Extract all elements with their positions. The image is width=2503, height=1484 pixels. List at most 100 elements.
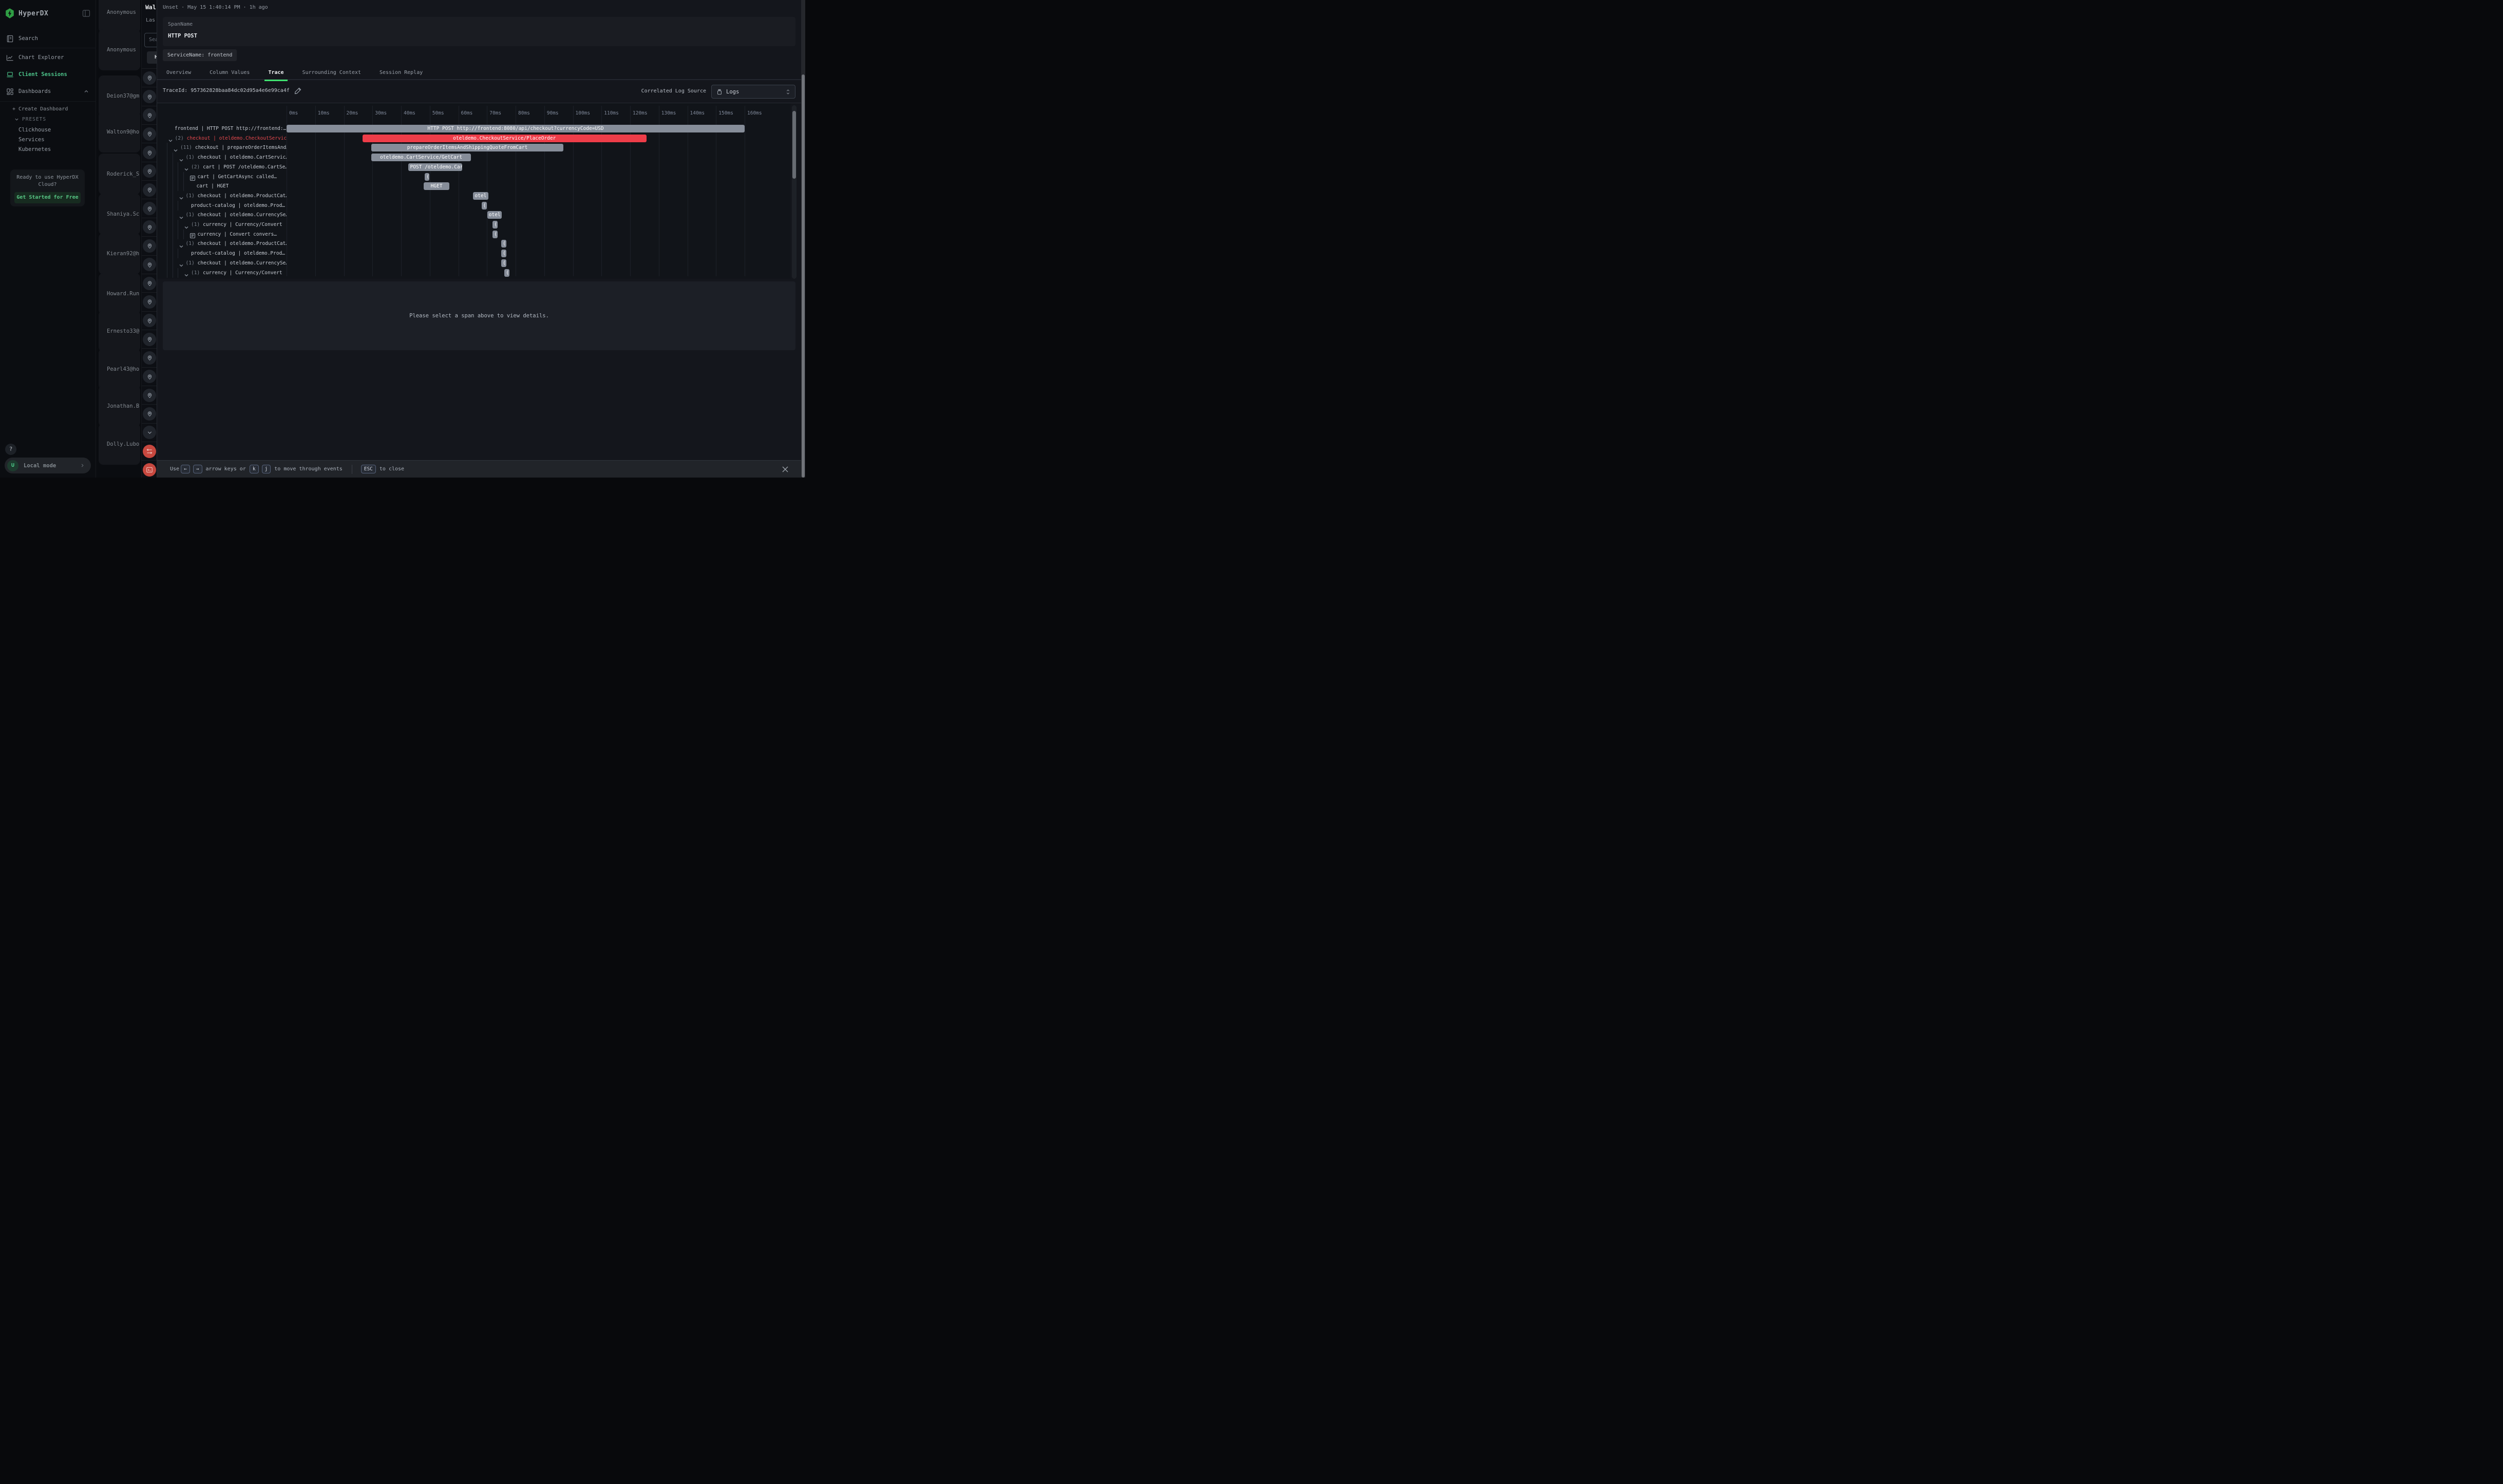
session-card[interactable]: Walton9@ho xyxy=(99,111,140,153)
session-event-pin[interactable] xyxy=(142,68,157,87)
expand-chevron-icon[interactable] xyxy=(184,164,189,169)
trace-tree-row-span[interactable]: (2)cart | POST /oteldemo.CartSe… xyxy=(157,162,287,172)
session-card[interactable]: Howard.Run xyxy=(99,273,140,314)
waterfall-span-bar[interactable]: ( xyxy=(492,231,498,238)
trace-tree-row-span[interactable]: (11)checkout | prepareOrderItemsAnd… xyxy=(157,143,287,153)
session-event-pin[interactable] xyxy=(142,87,157,105)
expand-chevron-icon[interactable] xyxy=(184,222,189,227)
session-event-pin[interactable] xyxy=(142,348,157,367)
session-event-pin[interactable] xyxy=(142,162,157,180)
expand-chevron-icon[interactable] xyxy=(179,193,184,198)
session-card[interactable]: Roderick_S xyxy=(99,154,140,195)
trace-tree-row-span[interactable]: (1)currency | Currency/Convert xyxy=(157,268,287,278)
tab-trace[interactable]: Trace xyxy=(264,67,287,80)
expand-chevron-icon[interactable] xyxy=(184,270,189,275)
waterfall-span-bar[interactable]: prepareOrderItemsAndShippingQuoteFromCar… xyxy=(371,144,563,151)
expand-chevron-icon[interactable] xyxy=(173,145,178,150)
session-card[interactable]: Anonymous xyxy=(99,29,140,70)
trace-tree-row-span[interactable]: cart | HGET xyxy=(157,181,287,191)
trace-tree-row-span[interactable]: (1)checkout | oteldemo.ProductCat… xyxy=(157,191,287,201)
waterfall-span-bar[interactable]: POST /oteldemo.Cart xyxy=(408,163,462,171)
trace-tree-row-span[interactable]: (1)checkout | oteldemo.CurrencySe… xyxy=(157,210,287,220)
session-event-pin[interactable] xyxy=(142,404,157,423)
log-source-select[interactable]: Logs xyxy=(711,85,795,99)
sidebar-item-dashboards[interactable]: Dashboards xyxy=(0,84,96,99)
session-card[interactable]: Shaniya.Sc xyxy=(99,194,140,235)
tab-session-replay[interactable]: Session Replay xyxy=(376,67,426,80)
help-button[interactable]: ? xyxy=(5,444,16,455)
trace-tree-row-span[interactable]: (1)checkout | oteldemo.ProductCat… xyxy=(157,239,287,249)
session-event-pin[interactable] xyxy=(142,367,157,386)
trace-tree-row-span[interactable]: (1)checkout | oteldemo.CurrencySe… xyxy=(157,258,287,268)
sidebar-item-services[interactable]: Services xyxy=(18,137,45,143)
sidebar-item-chart-explorer[interactable]: Chart Explorer xyxy=(0,50,96,65)
tab-overview[interactable]: Overview xyxy=(163,67,195,80)
waterfall-span-bar[interactable]: ( xyxy=(482,202,487,210)
session-event-pin[interactable] xyxy=(142,143,157,161)
session-event-pin[interactable] xyxy=(142,106,157,124)
get-started-button[interactable]: Get Started for Free xyxy=(14,192,81,203)
session-card[interactable]: Kieran92@h xyxy=(99,233,140,274)
waterfall-span-bar[interactable]: ( xyxy=(425,173,429,181)
session-event-pin[interactable] xyxy=(142,311,157,330)
sidebar-item-clickhouse[interactable]: Clickhouse xyxy=(18,127,51,133)
expand-chevron-icon[interactable] xyxy=(168,136,173,141)
trace-tree-row-span[interactable]: (2)checkout | oteldemo.CheckoutServic… xyxy=(157,134,287,143)
page-scrollbar-thumb[interactable] xyxy=(802,74,805,478)
tab-surrounding-context[interactable]: Surrounding Context xyxy=(299,67,365,80)
waterfall-span-bar[interactable]: HTTP POST http://frontend:8080/api/check… xyxy=(287,125,745,132)
sidebar-item-search[interactable]: Search xyxy=(0,31,96,46)
sidebar-collapse-icon[interactable] xyxy=(82,9,90,17)
edit-pencil-icon[interactable] xyxy=(294,87,302,95)
session-event-swap-horizontal[interactable] xyxy=(142,442,157,460)
trace-tree-row-log[interactable]: cart | GetCartAsync called… xyxy=(157,172,287,182)
trace-tree-row-log[interactable]: currency | Convert convers… xyxy=(157,230,287,239)
waterfall-span-bar[interactable]: ( xyxy=(504,269,509,277)
session-card[interactable]: Ernesto33@ xyxy=(99,311,140,352)
session-event-terminal[interactable] xyxy=(142,460,157,478)
waterfall-span-bar[interactable]: otel xyxy=(487,211,502,219)
session-event-pin[interactable] xyxy=(142,199,157,217)
highlighted-button[interactable]: H xyxy=(147,51,157,64)
waterfall-span-bar[interactable]: ( xyxy=(501,240,506,248)
tab-column-values[interactable]: Column Values xyxy=(206,67,253,80)
trace-tree-row-span[interactable]: (1)checkout | oteldemo.CartServic… xyxy=(157,153,287,162)
session-card[interactable]: Jonathan.B xyxy=(99,386,140,427)
close-icon[interactable] xyxy=(781,465,789,473)
trace-tree-row-span[interactable]: product-catalog | oteldemo.Prod… xyxy=(157,249,287,258)
trace-tree-row-span[interactable]: frontend | HTTP POST http://frontend:… xyxy=(157,124,287,134)
presets-section-toggle[interactable]: PRESETS xyxy=(14,117,46,122)
page-scrollbar[interactable] xyxy=(801,0,805,478)
trace-tree-row-span[interactable]: (1)currency | Currency/Convert xyxy=(157,220,287,230)
expand-chevron-icon[interactable] xyxy=(179,213,184,218)
waterfall-span-bar[interactable]: oteldemo.CartService/GetCart xyxy=(371,154,471,161)
session-card[interactable]: Deion37@gm xyxy=(99,75,140,117)
session-event-pin[interactable] xyxy=(142,386,157,404)
search-input[interactable]: Sea xyxy=(144,33,157,47)
session-event-pin[interactable] xyxy=(142,330,157,348)
trace-tree-row-span[interactable]: product-catalog | oteldemo.Prod… xyxy=(157,201,287,211)
session-event-pin[interactable] xyxy=(142,255,157,274)
sidebar-item-kubernetes[interactable]: Kubernetes xyxy=(18,146,51,153)
session-event-pin[interactable] xyxy=(142,274,157,292)
expand-chevron-icon[interactable] xyxy=(179,241,184,246)
session-event-pin[interactable] xyxy=(142,292,157,311)
waterfall-span-bar[interactable]: ( xyxy=(501,259,506,267)
session-card[interactable]: Pearl43@ho xyxy=(99,349,140,390)
waterfall-span-bar[interactable]: ( xyxy=(501,250,506,257)
session-event-pin[interactable] xyxy=(142,218,157,236)
waterfall-span-bar[interactable]: HGET xyxy=(424,182,449,190)
sidebar-item-client-sessions[interactable]: Client Sessions xyxy=(0,67,96,82)
waterfall-scrollbar-thumb[interactable] xyxy=(792,111,796,179)
expand-chevron-icon[interactable] xyxy=(179,155,184,160)
waterfall-span-bar[interactable]: oteldemo.CheckoutService/PlaceOrder xyxy=(363,135,647,142)
session-event-pin[interactable] xyxy=(142,124,157,143)
session-card[interactable]: Dolly.Lubo xyxy=(99,424,140,465)
service-name-badge[interactable]: ServiceName: frontend xyxy=(163,49,237,61)
chevron-up-icon[interactable] xyxy=(84,89,89,94)
create-dashboard-button[interactable]: + Create Dashboard xyxy=(12,106,68,112)
session-event-pin[interactable] xyxy=(142,236,157,255)
local-mode-button[interactable]: U Local mode xyxy=(5,458,91,473)
session-card[interactable]: Anonymous xyxy=(99,0,140,33)
expand-chevron-icon[interactable] xyxy=(179,260,184,265)
